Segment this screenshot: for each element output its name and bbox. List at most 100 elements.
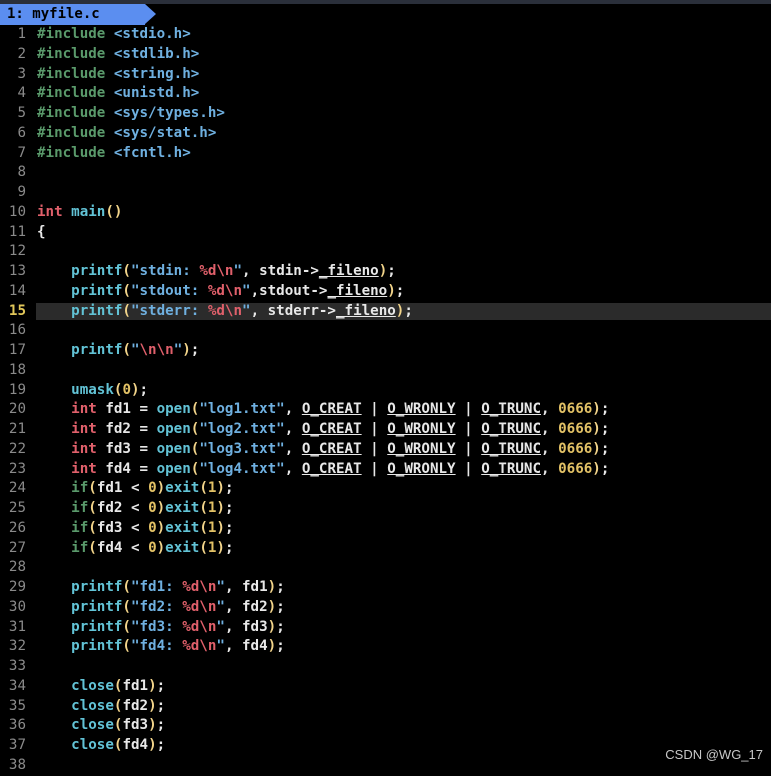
line-number: 32: [8, 638, 26, 655]
code-token: ): [130, 381, 140, 398]
code-token: ;: [224, 519, 234, 536]
code-line[interactable]: 28: [0, 558, 771, 578]
code-line[interactable]: 10 int main(): [0, 203, 771, 223]
code-token: ,: [541, 460, 559, 477]
code-token: O_WRONLY: [387, 401, 456, 418]
code-token: ;: [156, 737, 166, 753]
code-token: ,stdout->: [250, 282, 328, 299]
code-line[interactable]: 14 printf("stdout: %d\n",stdout->_fileno…: [0, 282, 771, 302]
code-token: "log1.txt": [199, 401, 285, 418]
code-line[interactable]: 23 int fd4 = open("log4.txt", O_CREAT | …: [0, 460, 771, 480]
code-token: ;: [404, 302, 413, 319]
code-line[interactable]: 15 printf("stderr: %d\n", stderr->_filen…: [0, 302, 771, 322]
code-line[interactable]: 32 printf("fd4: %d\n", fd4);: [0, 637, 771, 657]
line-number: 2: [17, 45, 26, 62]
code-line[interactable]: 35 close(fd2);: [0, 697, 771, 717]
code-line[interactable]: 7 #include <fcntl.h>: [0, 144, 771, 164]
code-token: (: [122, 282, 131, 299]
code-line[interactable]: 9: [0, 183, 771, 203]
code-token: ): [592, 401, 601, 418]
line-number: 5: [17, 105, 26, 121]
code-token: ;: [156, 697, 166, 714]
code-line[interactable]: 3 #include <string.h>: [0, 65, 771, 85]
code-line[interactable]: 25 if(fd2 < 0)exit(1);: [0, 499, 771, 519]
code-token: ): [592, 460, 601, 477]
code-line[interactable]: 4 #include <unistd.h>: [0, 84, 771, 104]
code-token: ): [156, 500, 166, 516]
code-line[interactable]: 18: [0, 361, 771, 381]
code-token: #include: [37, 124, 114, 141]
code-token: ": [216, 638, 225, 655]
code-token: exit: [165, 480, 200, 497]
code-text: printf("\n\n");: [37, 341, 199, 361]
buffer-tab-myfile[interactable]: 1: myfile.c: [0, 4, 156, 25]
code-token: ": [216, 579, 225, 595]
code-line[interactable]: 21 int fd2 = open("log2.txt", O_CREAT | …: [0, 420, 771, 440]
code-token: (: [122, 302, 131, 319]
code-token: ": [130, 342, 140, 358]
code-line[interactable]: 33: [0, 657, 771, 677]
code-line[interactable]: 16: [0, 321, 771, 341]
code-line[interactable]: 38: [0, 756, 771, 776]
line-number: 21: [8, 421, 26, 437]
code-token: ;: [276, 638, 285, 655]
code-token: "log2.txt": [199, 421, 285, 437]
code-text: close(fd2);: [37, 697, 165, 717]
code-token: exit: [165, 519, 200, 536]
code-token: int: [71, 440, 106, 457]
code-line[interactable]: 37 close(fd4);: [0, 736, 771, 756]
code-line[interactable]: 30 printf("fd2: %d\n", fd2);: [0, 598, 771, 618]
code-line[interactable]: 12: [0, 242, 771, 262]
code-text: #include <fcntl.h>: [37, 144, 191, 164]
code-token: #include: [37, 45, 114, 62]
code-token: 0: [148, 539, 157, 556]
code-line[interactable]: 20 int fd1 = open("log1.txt", O_CREAT | …: [0, 400, 771, 420]
code-line[interactable]: 19 umask(0);: [0, 381, 771, 401]
code-token: ,: [284, 421, 302, 437]
code-token: fd4: [122, 737, 149, 753]
code-line[interactable]: 2 #include <stdlib.h>: [0, 45, 771, 65]
code-token: ): [216, 500, 225, 516]
code-token: {: [37, 223, 46, 240]
line-number: 15: [8, 302, 26, 319]
code-token: ;: [224, 539, 234, 556]
code-line[interactable]: 11 {: [0, 223, 771, 243]
code-token: (: [88, 480, 97, 497]
code-text: int fd1 = open("log1.txt", O_CREAT | O_W…: [37, 400, 609, 420]
code-token: 0666: [558, 401, 593, 418]
code-line[interactable]: 31 printf("fd3: %d\n", fd3);: [0, 618, 771, 638]
code-token: ": [216, 598, 225, 615]
code-token: printf: [71, 342, 123, 358]
code-line[interactable]: 8: [0, 163, 771, 183]
code-token: main: [71, 203, 106, 220]
code-line[interactable]: 36 close(fd3);: [0, 716, 771, 736]
code-line[interactable]: 6 #include <sys/stat.h>: [0, 124, 771, 144]
code-text: int fd4 = open("log4.txt", O_CREAT | O_W…: [37, 460, 609, 480]
code-token: ;: [600, 460, 610, 477]
code-line[interactable]: 1 #include <stdio.h>: [0, 25, 771, 45]
code-line[interactable]: 17 printf("\n\n");: [0, 341, 771, 361]
code-token: if: [71, 480, 89, 497]
code-line[interactable]: 29 printf("fd1: %d\n", fd1);: [0, 578, 771, 598]
code-line[interactable]: 27 if(fd4 < 0)exit(1);: [0, 539, 771, 559]
line-number: 11: [8, 223, 26, 240]
code-token: ): [148, 677, 157, 694]
code-token: ;: [276, 618, 285, 635]
code-text: close(fd4);: [37, 736, 165, 756]
code-line[interactable]: 24 if(fd1 < 0)exit(1);: [0, 479, 771, 499]
code-line[interactable]: 13 printf("stdin: %d\n", stdin->_fileno)…: [0, 262, 771, 282]
code-token: ;: [600, 421, 610, 437]
code-token: O_TRUNC: [481, 460, 542, 477]
code-token: ": [242, 282, 251, 299]
code-line[interactable]: 22 int fd3 = open("log3.txt", O_CREAT | …: [0, 440, 771, 460]
code-token: ;: [276, 579, 285, 595]
code-editor[interactable]: 1 #include <stdio.h> 2 #include <stdlib.h> 3…: [0, 25, 771, 776]
code-line[interactable]: 34 close(fd1);: [0, 677, 771, 697]
code-line[interactable]: 5 #include <sys/types.h>: [0, 104, 771, 124]
watermark: CSDN @WG_17: [665, 747, 763, 762]
code-line[interactable]: 26 if(fd3 < 0)exit(1);: [0, 519, 771, 539]
